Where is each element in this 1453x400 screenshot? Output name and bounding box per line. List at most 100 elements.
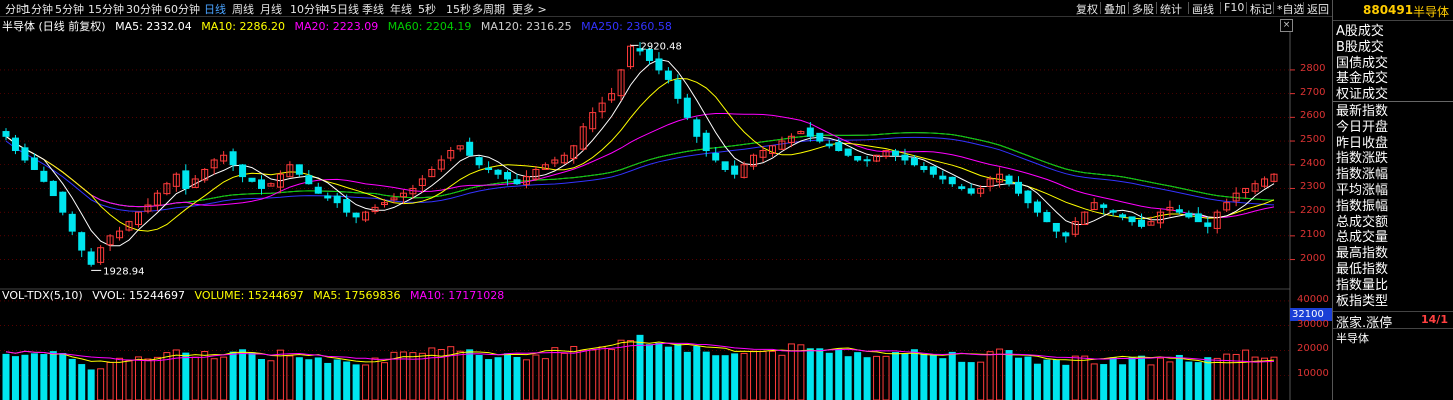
- period-13[interactable]: 5秒: [418, 1, 436, 17]
- candle-body: [910, 157, 918, 166]
- volume-bar: [1005, 350, 1013, 400]
- stat-menu-item[interactable]: 最低指数: [1336, 262, 1388, 278]
- volume-bar: [693, 345, 701, 400]
- volume-bar: [286, 355, 294, 400]
- sector-name: 半导体: [1336, 332, 1369, 345]
- candle-body: [295, 164, 303, 175]
- candle-body: [466, 141, 474, 156]
- candle-body: [844, 148, 852, 156]
- period-16[interactable]: 更多 >: [512, 1, 547, 17]
- volume-bar: [418, 352, 426, 400]
- tool-7[interactable]: *自选: [1277, 1, 1305, 17]
- volume-bar: [863, 357, 871, 400]
- stat-menu-item[interactable]: A股成交: [1336, 24, 1388, 40]
- volume-bar: [1166, 361, 1174, 400]
- period-1[interactable]: 1分钟: [24, 1, 53, 17]
- low-label: 1928.94: [103, 266, 144, 277]
- stat-menu-item[interactable]: 昨日收盘: [1336, 136, 1388, 152]
- period-9[interactable]: 10分钟: [290, 1, 326, 17]
- stat-menu-item[interactable]: 指数量比: [1336, 278, 1388, 294]
- period-5[interactable]: 60分钟: [164, 1, 200, 17]
- period-8[interactable]: 月线: [260, 1, 282, 17]
- volume-bar: [731, 353, 739, 400]
- period-4[interactable]: 30分钟: [126, 1, 162, 17]
- volume-bar: [485, 359, 493, 400]
- tool-3[interactable]: 统计: [1160, 1, 1182, 17]
- period-3[interactable]: 15分钟: [88, 1, 124, 17]
- stat-menu-item[interactable]: 指数涨跌: [1336, 151, 1388, 167]
- candle-body: [504, 172, 512, 180]
- volume-bar: [504, 353, 512, 400]
- candle-body: [182, 170, 190, 189]
- volume-bar: [901, 353, 909, 400]
- tool-8[interactable]: 返回: [1307, 1, 1329, 17]
- period-2[interactable]: 5分钟: [55, 1, 84, 17]
- candle-body: [891, 150, 899, 156]
- volume-bar: [1251, 356, 1259, 400]
- volume-bar: [381, 362, 389, 400]
- volume-bar: [939, 358, 947, 400]
- period-11[interactable]: 季线: [362, 1, 384, 17]
- volume-bar: [1043, 359, 1051, 400]
- volume-bar: [759, 351, 767, 400]
- volume-bar: [97, 368, 105, 400]
- period-14[interactable]: 15秒: [446, 1, 471, 17]
- close-icon[interactable]: ×: [1280, 19, 1293, 32]
- volume-bar: [721, 355, 729, 400]
- candle-body: [40, 170, 48, 182]
- tool-4[interactable]: 画线: [1192, 1, 1214, 17]
- volume-bar: [910, 349, 918, 400]
- stat-menu-item[interactable]: 指数振幅: [1336, 199, 1388, 215]
- volume-bar: [891, 352, 899, 400]
- volume-bar: [797, 344, 805, 400]
- stat-menu-item[interactable]: 平均涨幅: [1336, 183, 1388, 199]
- candle-body: [712, 152, 720, 161]
- volume-bar: [106, 361, 114, 400]
- candle-body: [702, 132, 710, 152]
- period-10[interactable]: 45日线: [323, 1, 359, 17]
- stat-menu-item[interactable]: 国债成交: [1336, 56, 1388, 72]
- tool-6[interactable]: 标记: [1250, 1, 1272, 17]
- volume-bar: [1185, 361, 1193, 400]
- ma-line: [5, 58, 1275, 247]
- volume-bar: [579, 349, 587, 400]
- high-label: 2920.48: [641, 41, 682, 52]
- stat-menu-item[interactable]: 今日开盘: [1336, 120, 1388, 136]
- stat-menu-item[interactable]: 总成交量: [1336, 230, 1388, 246]
- volume-bar: [201, 350, 209, 400]
- period-12[interactable]: 年线: [390, 1, 412, 17]
- advance-limit-row: 涨家.涨停 14/1: [1333, 311, 1453, 331]
- candle-body: [835, 142, 843, 152]
- stat-menu-item[interactable]: 基金成交: [1336, 71, 1388, 87]
- period-6[interactable]: 日线: [204, 1, 226, 17]
- stat-menu-item[interactable]: B股成交: [1336, 40, 1388, 56]
- toolbar-divider: [1188, 2, 1189, 14]
- tool-5[interactable]: F10: [1224, 1, 1244, 14]
- volume-bar: [182, 352, 190, 400]
- period-15[interactable]: 多周期: [472, 1, 505, 17]
- toolbar-divider: [1303, 2, 1304, 14]
- stat-menu-item[interactable]: 总成交额: [1336, 215, 1388, 231]
- candle-body: [901, 154, 909, 161]
- period-7[interactable]: 周线: [232, 1, 254, 17]
- price-tick-label: 2000: [1300, 252, 1326, 264]
- tool-0[interactable]: 复权: [1076, 1, 1098, 17]
- tool-1[interactable]: 叠加: [1104, 1, 1126, 17]
- volume-bar: [153, 356, 161, 400]
- volume-bar: [551, 347, 559, 400]
- kline-chart[interactable]: 2920.48 1928.94: [0, 32, 1330, 400]
- stat-menu-item[interactable]: 板指类型: [1336, 294, 1388, 310]
- ma-line: [5, 77, 1275, 232]
- volume-bar: [1175, 354, 1183, 400]
- stat-menu-item[interactable]: 最新指数: [1336, 104, 1388, 120]
- volume-bar: [1081, 355, 1089, 400]
- stat-menu-item[interactable]: 指数涨幅: [1336, 167, 1388, 183]
- stat-menu-item[interactable]: 最高指数: [1336, 246, 1388, 262]
- candle-body: [1109, 210, 1117, 213]
- candle-body: [1005, 175, 1013, 185]
- volume-bar: [816, 348, 824, 400]
- candle-body: [59, 191, 67, 213]
- price-tick-label: 2800: [1300, 62, 1326, 74]
- volume-bar: [1015, 357, 1023, 400]
- tool-2[interactable]: 多股: [1132, 1, 1154, 17]
